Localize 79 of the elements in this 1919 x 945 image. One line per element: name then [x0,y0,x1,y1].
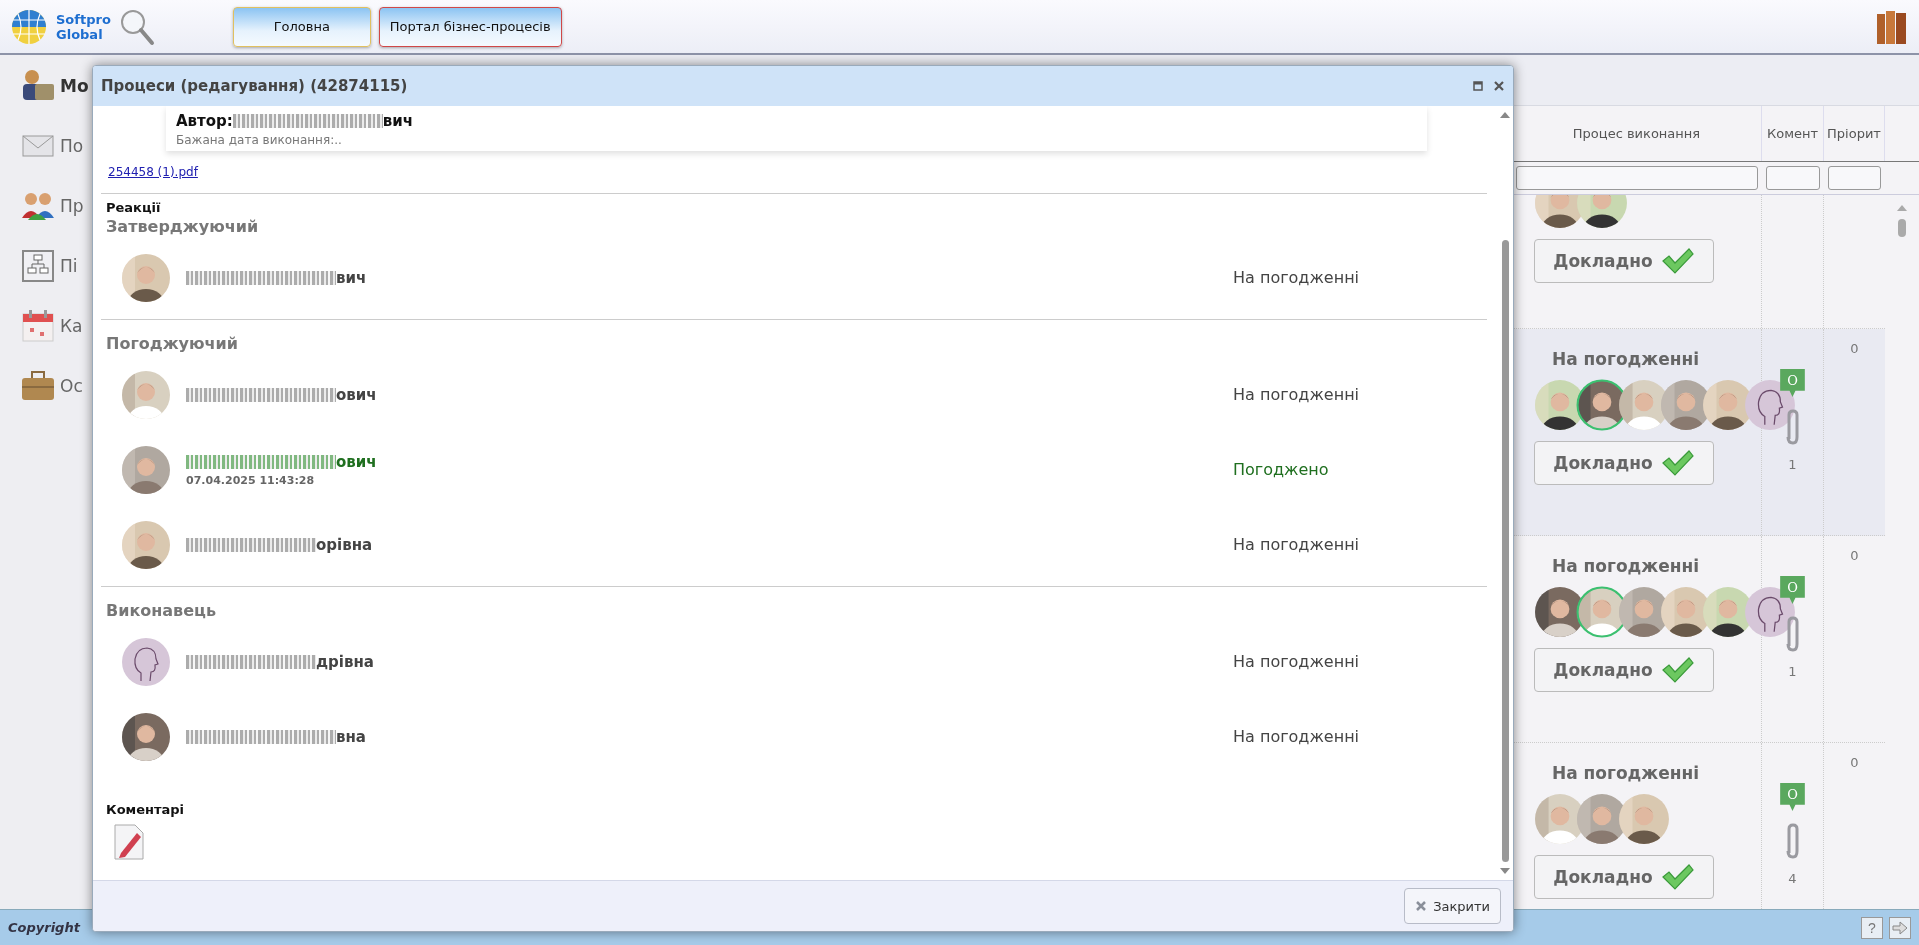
sidebar-item[interactable]: Ка [60,316,83,336]
copyright-text: Copyright [8,920,80,935]
exit-icon [1892,920,1908,935]
scroll-up-icon[interactable] [1500,112,1510,118]
attachment-count: 1 [1788,457,1797,472]
group-title: Затверджуючий [106,217,260,236]
status-text: На погодженні [1233,535,1360,554]
filter-field[interactable] [1766,166,1820,190]
paperclip-icon [1784,616,1801,652]
attachment-link[interactable]: 254458 (1).pdf [108,165,198,179]
maximize-icon[interactable] [1473,81,1483,91]
person-silhouette-icon [121,636,171,687]
author-name: вич [382,112,414,130]
attachment-count: 4 [1788,871,1797,886]
paperclip-icon [1784,409,1801,445]
nav-button[interactable]: Головна [232,6,371,47]
person-name: вна [336,727,366,746]
person-name: ович [336,385,377,404]
details-button[interactable]: Докладно [1534,239,1714,283]
comments-title: Коментарі [106,802,186,817]
check-icon [1660,247,1695,275]
exit-button[interactable] [1889,916,1911,939]
priority-value: 0 [1850,548,1859,565]
reactions-title: Реакції [106,200,162,215]
status-text: На погодженні [1552,349,1700,369]
person-name: орівна [316,535,373,554]
close-icon[interactable] [1493,80,1505,92]
help-button[interactable]: ? [1861,916,1883,939]
priority-value: 0 [1850,341,1859,358]
column-header[interactable]: Комент [1762,106,1824,161]
nav-button[interactable]: Портал бізнес-процесів [378,6,562,47]
comment-badge[interactable]: О [1780,369,1805,397]
group-title: Виконавець [106,601,218,620]
close-icon [1415,900,1428,912]
check-icon [1660,449,1695,477]
sidebar-item[interactable]: Ос [60,376,83,396]
comment-badge[interactable]: О [1780,783,1805,811]
pen-on-paper-icon[interactable] [113,823,145,861]
author-label: Автор: [176,112,233,130]
filter-field[interactable] [1516,166,1758,190]
sidebar-item[interactable]: Мо [60,76,89,96]
sidebar-item[interactable]: Пр [60,196,84,216]
check-icon [1660,656,1695,684]
dialog-title: Процеси (редагування) (42874115) [101,77,409,95]
check-icon [1660,863,1695,891]
due-date-label: Бажана дата виконання:.. [176,133,343,147]
person-name: дрівна [316,652,374,671]
search-icon[interactable] [118,7,155,46]
column-header[interactable]: Пріорит [1824,106,1885,161]
person-name: вич [336,268,367,287]
attachment-count: 1 [1788,664,1797,679]
scroll-up-icon[interactable] [1897,205,1907,211]
status-text: На погодженні [1552,763,1700,783]
scrollbar-thumb[interactable] [1898,219,1906,237]
status-text: Погоджено [1233,460,1329,479]
details-button[interactable]: Докладно [1534,441,1714,485]
status-text: На погодженні [1233,268,1360,287]
person-name: ович [336,452,377,471]
calendar-icon[interactable] [20,308,56,344]
details-button[interactable]: Докладно [1534,648,1714,692]
sidebar-item[interactable]: По [60,136,84,156]
details-button[interactable]: Докладно [1534,855,1714,899]
priority-value: 0 [1850,755,1859,772]
scroll-down-icon[interactable] [1500,868,1510,874]
approval-date: 07.04.2025 11:43:28 [186,473,316,487]
scrollbar-thumb[interactable] [1501,240,1509,862]
comment-badge[interactable]: О [1780,576,1805,604]
group-title: Погоджуючий [106,334,239,353]
filter-field[interactable] [1828,166,1881,190]
status-text: На погодженні [1233,652,1360,671]
status-text: На погодженні [1233,385,1360,404]
paperclip-icon [1784,823,1801,859]
status-text: На погодженні [1552,556,1700,576]
status-text: На погодженні [1233,727,1360,746]
logo-text: Softpro Global [56,11,111,42]
globe-logo-icon [10,7,48,46]
sidebar-item[interactable]: Пі [60,256,78,276]
close-button[interactable]: Закрити [1404,888,1501,924]
flowchart-icon[interactable] [20,248,56,284]
